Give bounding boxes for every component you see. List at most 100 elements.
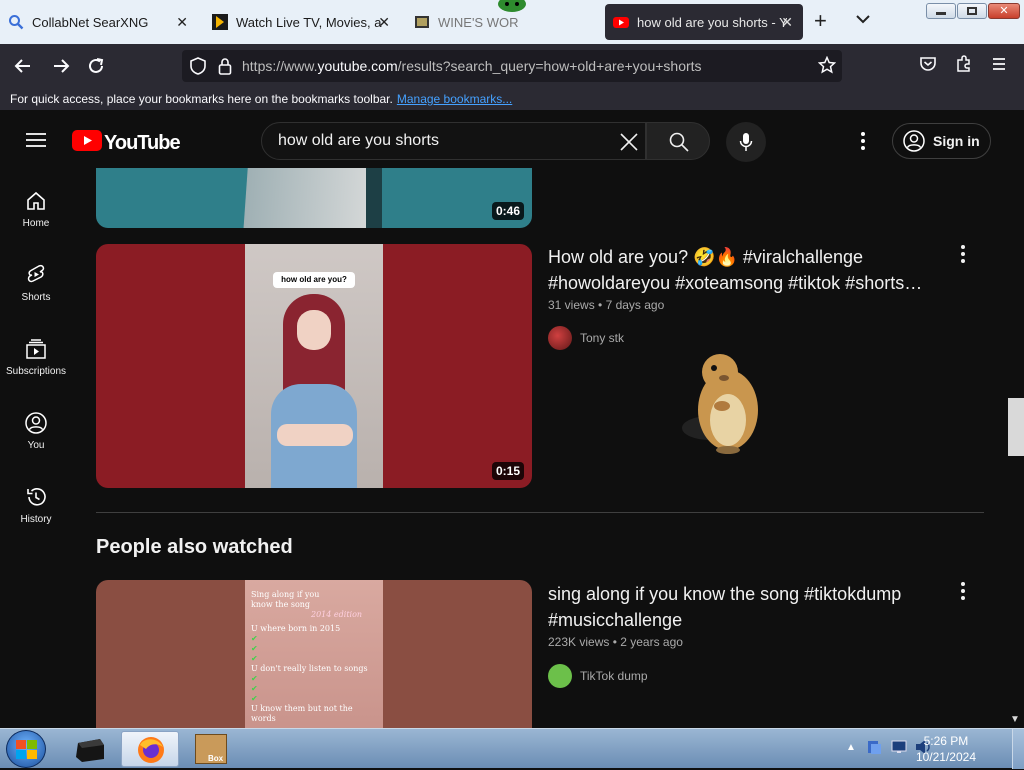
taskbar-app-firefox[interactable] — [121, 731, 179, 767]
url-bar[interactable]: https://www.youtube.com/results?search_q… — [182, 50, 842, 82]
sidebar-item-label: History — [20, 514, 52, 525]
new-tab-button[interactable]: + — [814, 10, 827, 32]
upload-age: 7 days ago — [605, 298, 665, 312]
tray-monitor-icon[interactable] — [891, 740, 907, 759]
view-count: 31 views — [548, 298, 595, 312]
forward-button[interactable] — [48, 54, 74, 78]
url-domain: youtube.com — [317, 58, 398, 74]
taskbar-app-box[interactable]: Box — [183, 731, 241, 767]
extensions-icon[interactable] — [955, 55, 973, 78]
sidebar-item-label: Home — [22, 218, 50, 229]
system-clock[interactable]: 5:26 PM 10/21/2024 — [916, 733, 976, 765]
play-triangle-icon — [212, 14, 228, 30]
prev-video-thumbnail[interactable]: 0:46 — [96, 158, 532, 228]
view-count: 223K views — [548, 635, 610, 649]
browser-tab-bar: CollabNet SearXNG ✕ Watch Live TV, Movie… — [0, 0, 1024, 44]
tab-watch-live-tv[interactable]: Watch Live TV, Movies, and ✕ — [204, 4, 398, 40]
windows-taskbar: Box ▲ 5:26 PM 10/21/2024 — [0, 728, 1024, 769]
reload-button[interactable] — [83, 54, 109, 78]
thumb-text-line: 2014 edition — [311, 610, 363, 619]
film-icon — [414, 14, 430, 30]
sign-in-button[interactable]: Sign in — [892, 123, 991, 159]
video-menu-kebab-icon[interactable] — [953, 242, 973, 266]
minimize-button[interactable] — [926, 3, 956, 19]
youtube-page: YouTube how old are you shorts Sign in H… — [0, 110, 1024, 730]
account-circle-icon — [903, 130, 925, 152]
taskbar-app-terminal[interactable] — [60, 731, 118, 767]
sidebar-item-label: Subscriptions — [5, 366, 67, 377]
tab-title: CollabNet SearXNG — [32, 14, 149, 30]
channel-name: TikTok dump — [580, 669, 648, 683]
tab-youtube-active[interactable]: how old are you shorts - Yo ✕ — [605, 4, 803, 40]
bookmark-star-icon[interactable] — [817, 55, 837, 79]
clock-date: 10/21/2024 — [915, 750, 976, 764]
search-icon — [669, 132, 689, 157]
bookmarks-toolbar: For quick access, place your bookmarks h… — [0, 88, 1024, 110]
firefox-icon — [136, 735, 166, 770]
voice-search-button[interactable] — [726, 122, 766, 162]
sidebar-item-subscriptions[interactable]: Subscriptions — [0, 338, 72, 377]
video-duration: 0:46 — [491, 202, 524, 220]
start-button[interactable] — [6, 730, 46, 768]
url-path: /results?search_query=how+old+are+you+sh… — [397, 58, 702, 74]
list-tabs-chevron-icon[interactable] — [855, 12, 871, 30]
upload-age: 2 years ago — [620, 635, 683, 649]
youtube-logo-text: YouTube — [104, 131, 181, 154]
manage-bookmarks-link[interactable]: Manage bookmarks... — [397, 92, 512, 106]
avatar — [548, 326, 572, 350]
lock-icon[interactable] — [218, 57, 232, 80]
restore-button[interactable] — [957, 3, 987, 19]
url-text[interactable]: https://www.youtube.com/results?search_q… — [242, 58, 702, 74]
sidebar-item-home[interactable]: Home — [0, 190, 72, 229]
search-icon — [8, 14, 24, 30]
video-menu-kebab-icon[interactable] — [953, 579, 973, 603]
sidebar-item-you[interactable]: You — [0, 412, 72, 451]
search-input[interactable]: how old are you shorts — [261, 122, 646, 160]
settings-kebab-icon[interactable] — [853, 130, 873, 157]
video-duration: 0:15 — [491, 462, 524, 480]
video-metadata: 223K views • 2 years ago — [548, 635, 683, 649]
clear-search-icon[interactable] — [619, 132, 639, 157]
history-icon — [27, 488, 46, 506]
thumb-overlay-text: how old are you? — [273, 272, 355, 288]
hamburger-menu-icon[interactable] — [991, 56, 1007, 77]
show-desktop-button[interactable] — [1012, 729, 1024, 769]
channel-link[interactable]: TikTok dump — [548, 664, 648, 688]
back-button[interactable] — [10, 54, 36, 78]
channel-link[interactable]: Tony stk — [548, 326, 624, 350]
video-thumbnail[interactable]: Sing along if you know the song 2014 edi… — [96, 580, 532, 730]
scroll-down-arrow-icon[interactable]: ▼ — [1010, 714, 1020, 725]
video-title[interactable]: How old are you? 🤣🔥 #viralchallenge #how… — [548, 244, 938, 296]
video-title[interactable]: sing along if you know the song #tiktokd… — [548, 581, 938, 633]
tray-network-icon[interactable] — [866, 739, 882, 760]
shield-icon[interactable] — [190, 57, 206, 80]
show-hidden-icons-button[interactable]: ▲ — [846, 742, 856, 753]
sidebar-item-shorts[interactable]: Shorts — [0, 264, 72, 303]
avatar — [548, 664, 572, 688]
guide-menu-icon[interactable] — [26, 132, 46, 153]
scrollbar[interactable]: ▼ — [1006, 110, 1024, 730]
url-prefix: https://www. — [242, 58, 318, 74]
close-icon[interactable]: ✕ — [176, 14, 188, 31]
video-thumbnail[interactable]: how old are you? 0:15 — [96, 244, 532, 488]
sidebar-item-history[interactable]: History — [0, 486, 72, 525]
search-button[interactable] — [646, 122, 710, 160]
checkmarks: ✔ ✔ ✔ — [251, 674, 258, 703]
youtube-logo[interactable]: YouTube — [72, 130, 181, 156]
scrollbar-thumb[interactable] — [1008, 398, 1024, 456]
video-title-line: #musicchallenge — [548, 610, 683, 630]
box-app-label: Box — [208, 754, 224, 763]
window-close-button[interactable]: ✕ — [988, 3, 1020, 19]
pocket-icon[interactable] — [919, 55, 937, 78]
thumb-divider — [366, 158, 382, 228]
youtube-logo-icon — [72, 130, 102, 156]
tab-wines-world[interactable]: WINE'S WORLD — [406, 0, 598, 40]
hamster-sticker — [680, 346, 770, 461]
video-metadata: 31 views • 7 days ago — [548, 298, 665, 312]
close-icon[interactable]: ✕ — [378, 14, 390, 31]
sidebar-item-label: You — [27, 440, 45, 451]
sidebar-item-label: Shorts — [21, 292, 51, 303]
tab-searxng[interactable]: CollabNet SearXNG ✕ — [0, 4, 196, 40]
thumb-text-line: U know them but not the words — [251, 704, 353, 723]
close-icon[interactable]: ✕ — [781, 14, 793, 31]
